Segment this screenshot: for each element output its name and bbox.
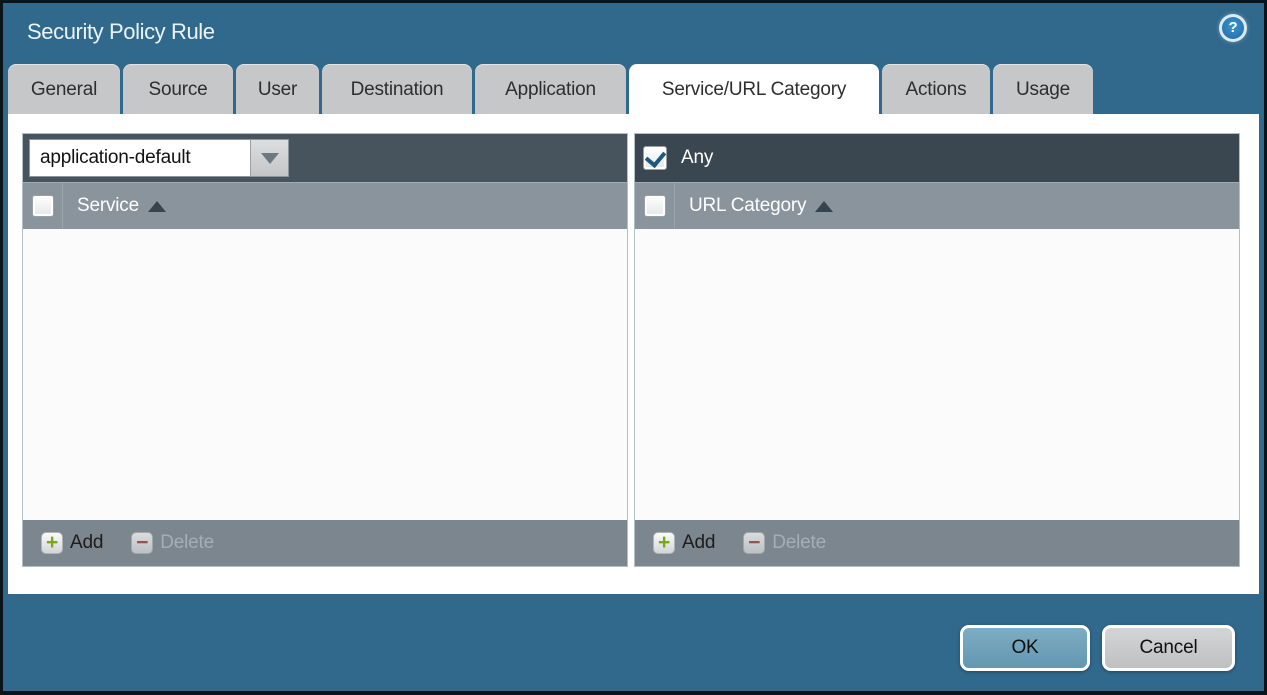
url-category-delete-button[interactable]: − Delete bbox=[743, 532, 826, 554]
service-panel: application-default Service + Add bbox=[22, 133, 628, 567]
tab-destination[interactable]: Destination bbox=[322, 64, 472, 114]
url-category-select-all-cell bbox=[635, 183, 675, 229]
service-delete-button[interactable]: − Delete bbox=[131, 532, 214, 554]
tab-user[interactable]: User bbox=[236, 64, 319, 114]
any-label: Any bbox=[681, 147, 713, 169]
delete-button-label: Delete bbox=[772, 532, 826, 554]
url-category-add-button[interactable]: + Add bbox=[653, 532, 715, 554]
minus-icon: − bbox=[131, 532, 153, 554]
service-type-dropdown[interactable]: application-default bbox=[29, 139, 289, 177]
service-table-body[interactable] bbox=[23, 229, 627, 520]
tab-content: application-default Service + Add bbox=[8, 114, 1259, 594]
service-select-all-checkbox[interactable] bbox=[32, 195, 54, 217]
plus-icon: + bbox=[653, 532, 675, 554]
help-icon[interactable]: ? bbox=[1219, 14, 1247, 42]
delete-button-label: Delete bbox=[160, 532, 214, 554]
tab-strip: General Source User Destination Applicat… bbox=[8, 64, 1093, 114]
add-button-label: Add bbox=[70, 532, 103, 554]
service-add-button[interactable]: + Add bbox=[41, 532, 103, 554]
plus-icon: + bbox=[41, 532, 63, 554]
minus-icon: − bbox=[743, 532, 765, 554]
tab-application[interactable]: Application bbox=[475, 64, 626, 114]
any-checkbox[interactable] bbox=[643, 146, 667, 170]
dialog-title: Security Policy Rule bbox=[27, 19, 215, 45]
tab-source[interactable]: Source bbox=[123, 64, 233, 114]
tab-actions[interactable]: Actions bbox=[882, 64, 990, 114]
url-category-any-bar: Any bbox=[635, 134, 1239, 182]
service-type-value: application-default bbox=[30, 140, 250, 176]
service-select-all-cell bbox=[23, 183, 63, 229]
service-footer: + Add − Delete bbox=[23, 520, 627, 566]
url-category-table-body[interactable] bbox=[635, 229, 1239, 520]
tab-general[interactable]: General bbox=[8, 64, 120, 114]
url-category-column-header[interactable]: URL Category bbox=[689, 195, 806, 217]
sort-asc-icon[interactable] bbox=[815, 201, 833, 212]
url-category-panel: Any URL Category + Add − Delete bbox=[634, 133, 1240, 567]
sort-asc-icon[interactable] bbox=[148, 201, 166, 212]
url-category-select-all-checkbox[interactable] bbox=[644, 195, 666, 217]
chevron-down-icon bbox=[261, 153, 279, 164]
service-table-header: Service bbox=[23, 182, 627, 229]
ok-button[interactable]: OK bbox=[960, 625, 1090, 671]
service-toolbar: application-default bbox=[23, 134, 627, 182]
service-column-header[interactable]: Service bbox=[77, 195, 139, 217]
tab-service-url-category[interactable]: Service/URL Category bbox=[629, 64, 879, 114]
dropdown-button[interactable] bbox=[250, 140, 288, 176]
url-category-table-header: URL Category bbox=[635, 182, 1239, 229]
title-bar: Security Policy Rule ? bbox=[3, 3, 1264, 64]
security-policy-rule-dialog: Security Policy Rule ? General Source Us… bbox=[3, 3, 1264, 691]
cancel-button[interactable]: Cancel bbox=[1102, 625, 1235, 671]
add-button-label: Add bbox=[682, 532, 715, 554]
tab-usage[interactable]: Usage bbox=[993, 64, 1093, 114]
url-category-footer: + Add − Delete bbox=[635, 520, 1239, 566]
